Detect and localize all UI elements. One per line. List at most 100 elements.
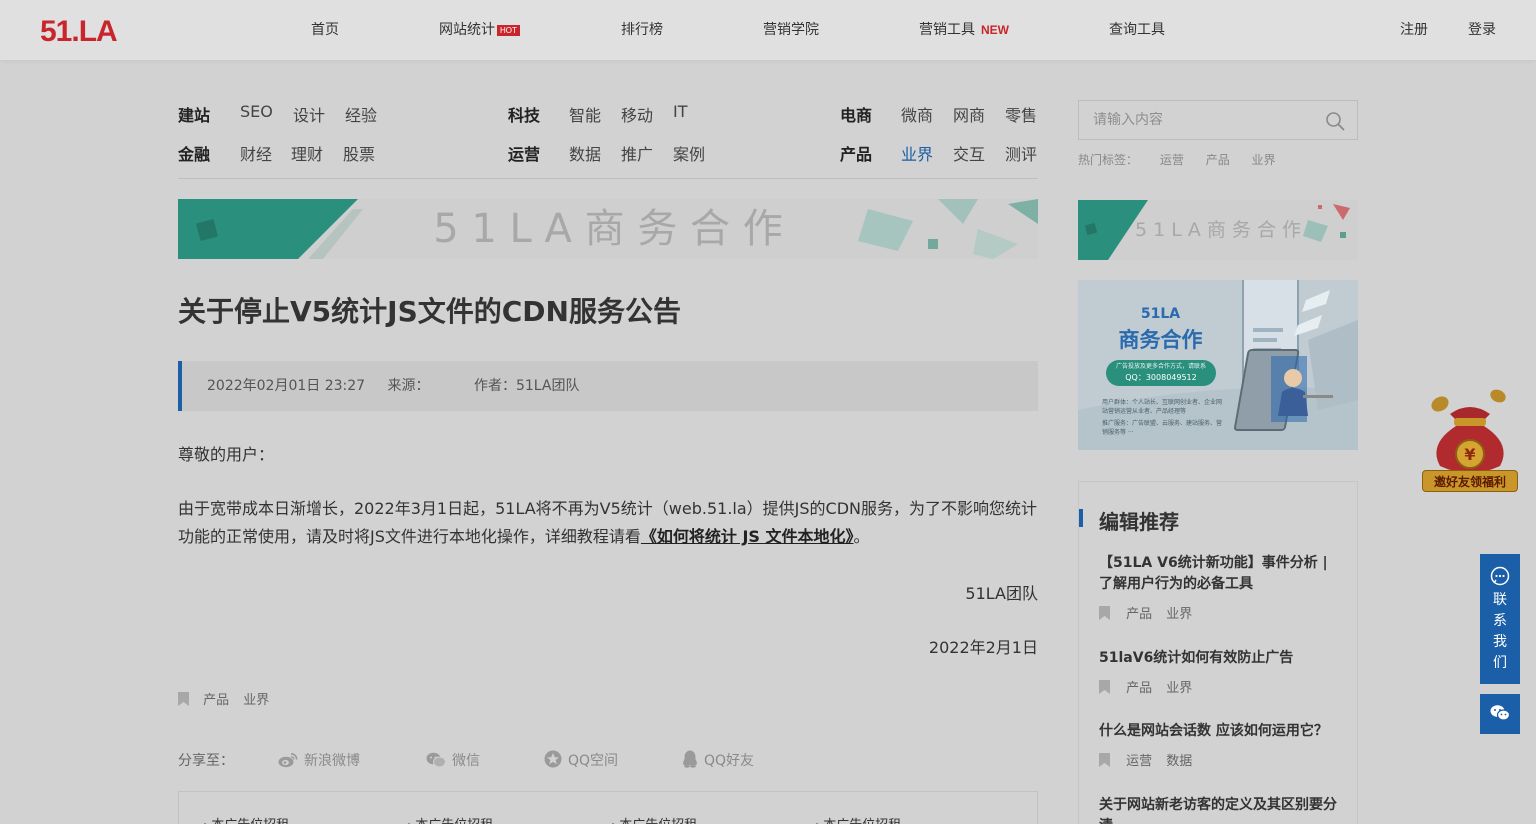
business-cooperation-banner[interactable]: 5 1 L A 商 务 合 作 — [178, 199, 1038, 259]
tutorial-link[interactable]: 《如何将统计 JS 文件本地化》 — [641, 527, 854, 546]
ad-slot-link[interactable]: · 本广告位招租 — [203, 814, 289, 824]
category-link-active[interactable]: 业界 — [901, 141, 933, 165]
recommend-item-title[interactable]: 【51LA V6统计新功能】事件分析 | 了解用户行为的必备工具 — [1099, 553, 1343, 595]
wechat-icon — [426, 752, 446, 768]
hot-tag[interactable]: 产品 — [1206, 153, 1230, 167]
wechat-float-button[interactable] — [1480, 694, 1520, 734]
nav-query-tools[interactable]: 查询工具 — [1109, 0, 1165, 60]
category-link[interactable]: SEO — [240, 102, 273, 121]
ad-slot-link[interactable]: · 本广告位招租 — [815, 814, 901, 824]
editor-recommendations: 编辑推荐 【51LA V6统计新功能】事件分析 | 了解用户行为的必备工具 产品… — [1078, 481, 1358, 824]
tag-link[interactable]: 业界 — [1166, 607, 1192, 622]
share-qzone[interactable]: QQ空间 — [544, 750, 618, 770]
qq-icon — [683, 750, 697, 768]
qzone-icon — [544, 750, 562, 768]
category-link[interactable]: 交互 — [953, 141, 985, 165]
category-title[interactable]: 运营 — [508, 141, 540, 165]
login-link[interactable]: 登录 — [1468, 0, 1496, 60]
article-greeting: 尊敬的用户： — [178, 445, 275, 464]
category-link[interactable]: 微商 — [901, 102, 933, 126]
search-box — [1078, 100, 1358, 140]
bookmark-icon — [178, 692, 189, 706]
bookmark-icon — [1099, 680, 1110, 694]
hot-tag[interactable]: 运营 — [1160, 153, 1184, 167]
banner-text: 5 1 L A 商 务 合 作 — [433, 206, 783, 252]
ad-slot-link[interactable]: · 本广告位招租 — [407, 814, 493, 824]
article-date: 2022年02月01日 23:27 — [207, 378, 366, 394]
wechat-icon — [1490, 705, 1510, 721]
tag-link[interactable]: 产品 — [1126, 607, 1152, 622]
register-link[interactable]: 注册 — [1400, 0, 1428, 60]
article-title: 关于停止V5统计JS文件的CDN服务公告 — [178, 295, 681, 328]
hot-tag[interactable]: 业界 — [1252, 153, 1276, 167]
site-logo[interactable]: 51.LA — [40, 16, 120, 44]
article-sign-date: 2022年2月1日 — [928, 638, 1038, 657]
category-link[interactable]: 案例 — [673, 141, 705, 165]
category-link[interactable]: 财经 — [240, 141, 272, 165]
hot-tags-label: 热门标签： — [1078, 153, 1139, 167]
article-source: 来源： — [387, 378, 430, 394]
category-link[interactable]: IT — [673, 102, 688, 121]
category-title[interactable]: 金融 — [178, 141, 210, 165]
category-link[interactable]: 零售 — [1005, 102, 1037, 126]
promo-card[interactable]: 51LA 商务合作 广告投放及更多合作方式，请联系 QQ：3008049512 … — [1078, 280, 1358, 450]
category-link[interactable]: 网商 — [953, 102, 985, 126]
tag-link[interactable]: 产品 — [1126, 681, 1152, 696]
logo-icon: 51.LA — [40, 16, 118, 44]
category-title[interactable]: 电商 — [840, 102, 872, 126]
promo-brand: 51LA — [1140, 306, 1181, 322]
recommend-item-title[interactable]: 什么是网站会话数 应该如何运用它？ — [1099, 721, 1343, 742]
new-badge: NEW — [981, 23, 1009, 37]
category-link[interactable]: 股票 — [343, 141, 375, 165]
promo-contact-pill: 广告投放及更多合作方式，请联系 QQ：3008049512 — [1106, 360, 1216, 386]
promo-qq: QQ：3008049512 — [1125, 373, 1197, 382]
recommend-item-tags: 产品 业界 — [1099, 603, 1202, 622]
hot-tags: 热门标签： 运营 产品 业界 — [1078, 151, 1294, 168]
nav-marketing-academy[interactable]: 营销学院 — [763, 0, 819, 60]
tag-link[interactable]: 运营 — [1126, 754, 1152, 769]
recommend-item-tags: 产品 业界 — [1099, 677, 1202, 696]
chat-bubble-icon — [1490, 566, 1510, 586]
search-icon[interactable] — [1325, 111, 1345, 131]
gift-bag-icon: ¥ — [1431, 389, 1506, 473]
invite-gift-widget[interactable]: ¥ 邀好友领福利 — [1420, 382, 1520, 494]
tag-link[interactable]: 业界 — [243, 693, 269, 708]
category-link[interactable]: 推广 — [621, 141, 653, 165]
recommend-item-title[interactable]: 51laV6统计如何有效防止广告 — [1099, 648, 1343, 669]
promo-notes: 用户群体：个人站长、互联网创业者、企业网 站营销运营从业者、产品经理等 推广服务… — [1102, 399, 1223, 436]
ad-slot-link[interactable]: · 本广告位招租 — [611, 814, 697, 824]
nav-home[interactable]: 首页 — [311, 0, 339, 60]
category-title[interactable]: 产品 — [840, 141, 872, 165]
tag-link[interactable]: 业界 — [1166, 681, 1192, 696]
bookmark-icon — [1099, 753, 1110, 767]
category-title[interactable]: 建站 — [178, 102, 210, 126]
article-body: 由于宽带成本日渐增长，2022年3月1日起，51LA将不再为V5统计（web.5… — [178, 499, 1037, 546]
category-link[interactable]: 理财 — [291, 141, 323, 165]
nav-marketing-tools[interactable]: 营销工具 NEW — [919, 0, 1009, 60]
recommend-item-tags: 运营 数据 — [1099, 750, 1202, 769]
nav-ranking[interactable]: 排行榜 — [621, 0, 663, 60]
category-link[interactable]: 测评 — [1005, 141, 1037, 165]
category-title[interactable]: 科技 — [508, 102, 540, 126]
tag-link[interactable]: 数据 — [1166, 754, 1192, 769]
share-label: 分享至： — [178, 753, 234, 769]
category-link[interactable]: 移动 — [621, 102, 653, 126]
category-link[interactable]: 数据 — [569, 141, 601, 165]
side-banner-text: 5 1 L A 商 务 合 作 — [1134, 219, 1302, 241]
tag-link[interactable]: 产品 — [203, 693, 229, 708]
side-cooperation-banner[interactable]: 5 1 L A 商 务 合 作 — [1078, 200, 1358, 260]
share-weibo[interactable]: 新浪微博 — [278, 750, 360, 770]
share-qq-friend[interactable]: QQ好友 — [682, 750, 754, 770]
nav-site-stats[interactable]: 网站统计 HOT — [439, 0, 520, 60]
article-author: 作者：51LA团队 — [473, 378, 580, 394]
contact-us-button[interactable]: 联 系 我 们 — [1480, 554, 1520, 684]
category-link[interactable]: 智能 — [569, 102, 601, 126]
category-link[interactable]: 经验 — [345, 102, 377, 126]
bookmark-icon — [1099, 606, 1110, 620]
search-input[interactable] — [1093, 101, 1313, 139]
hot-badge: HOT — [497, 25, 520, 36]
share-wechat[interactable]: 微信 — [426, 750, 480, 770]
category-link[interactable]: 设计 — [293, 102, 325, 126]
category-divider — [178, 178, 1038, 179]
recommend-item-title[interactable]: 关于网站新老访客的定义及其区别要分清 — [1099, 795, 1343, 824]
